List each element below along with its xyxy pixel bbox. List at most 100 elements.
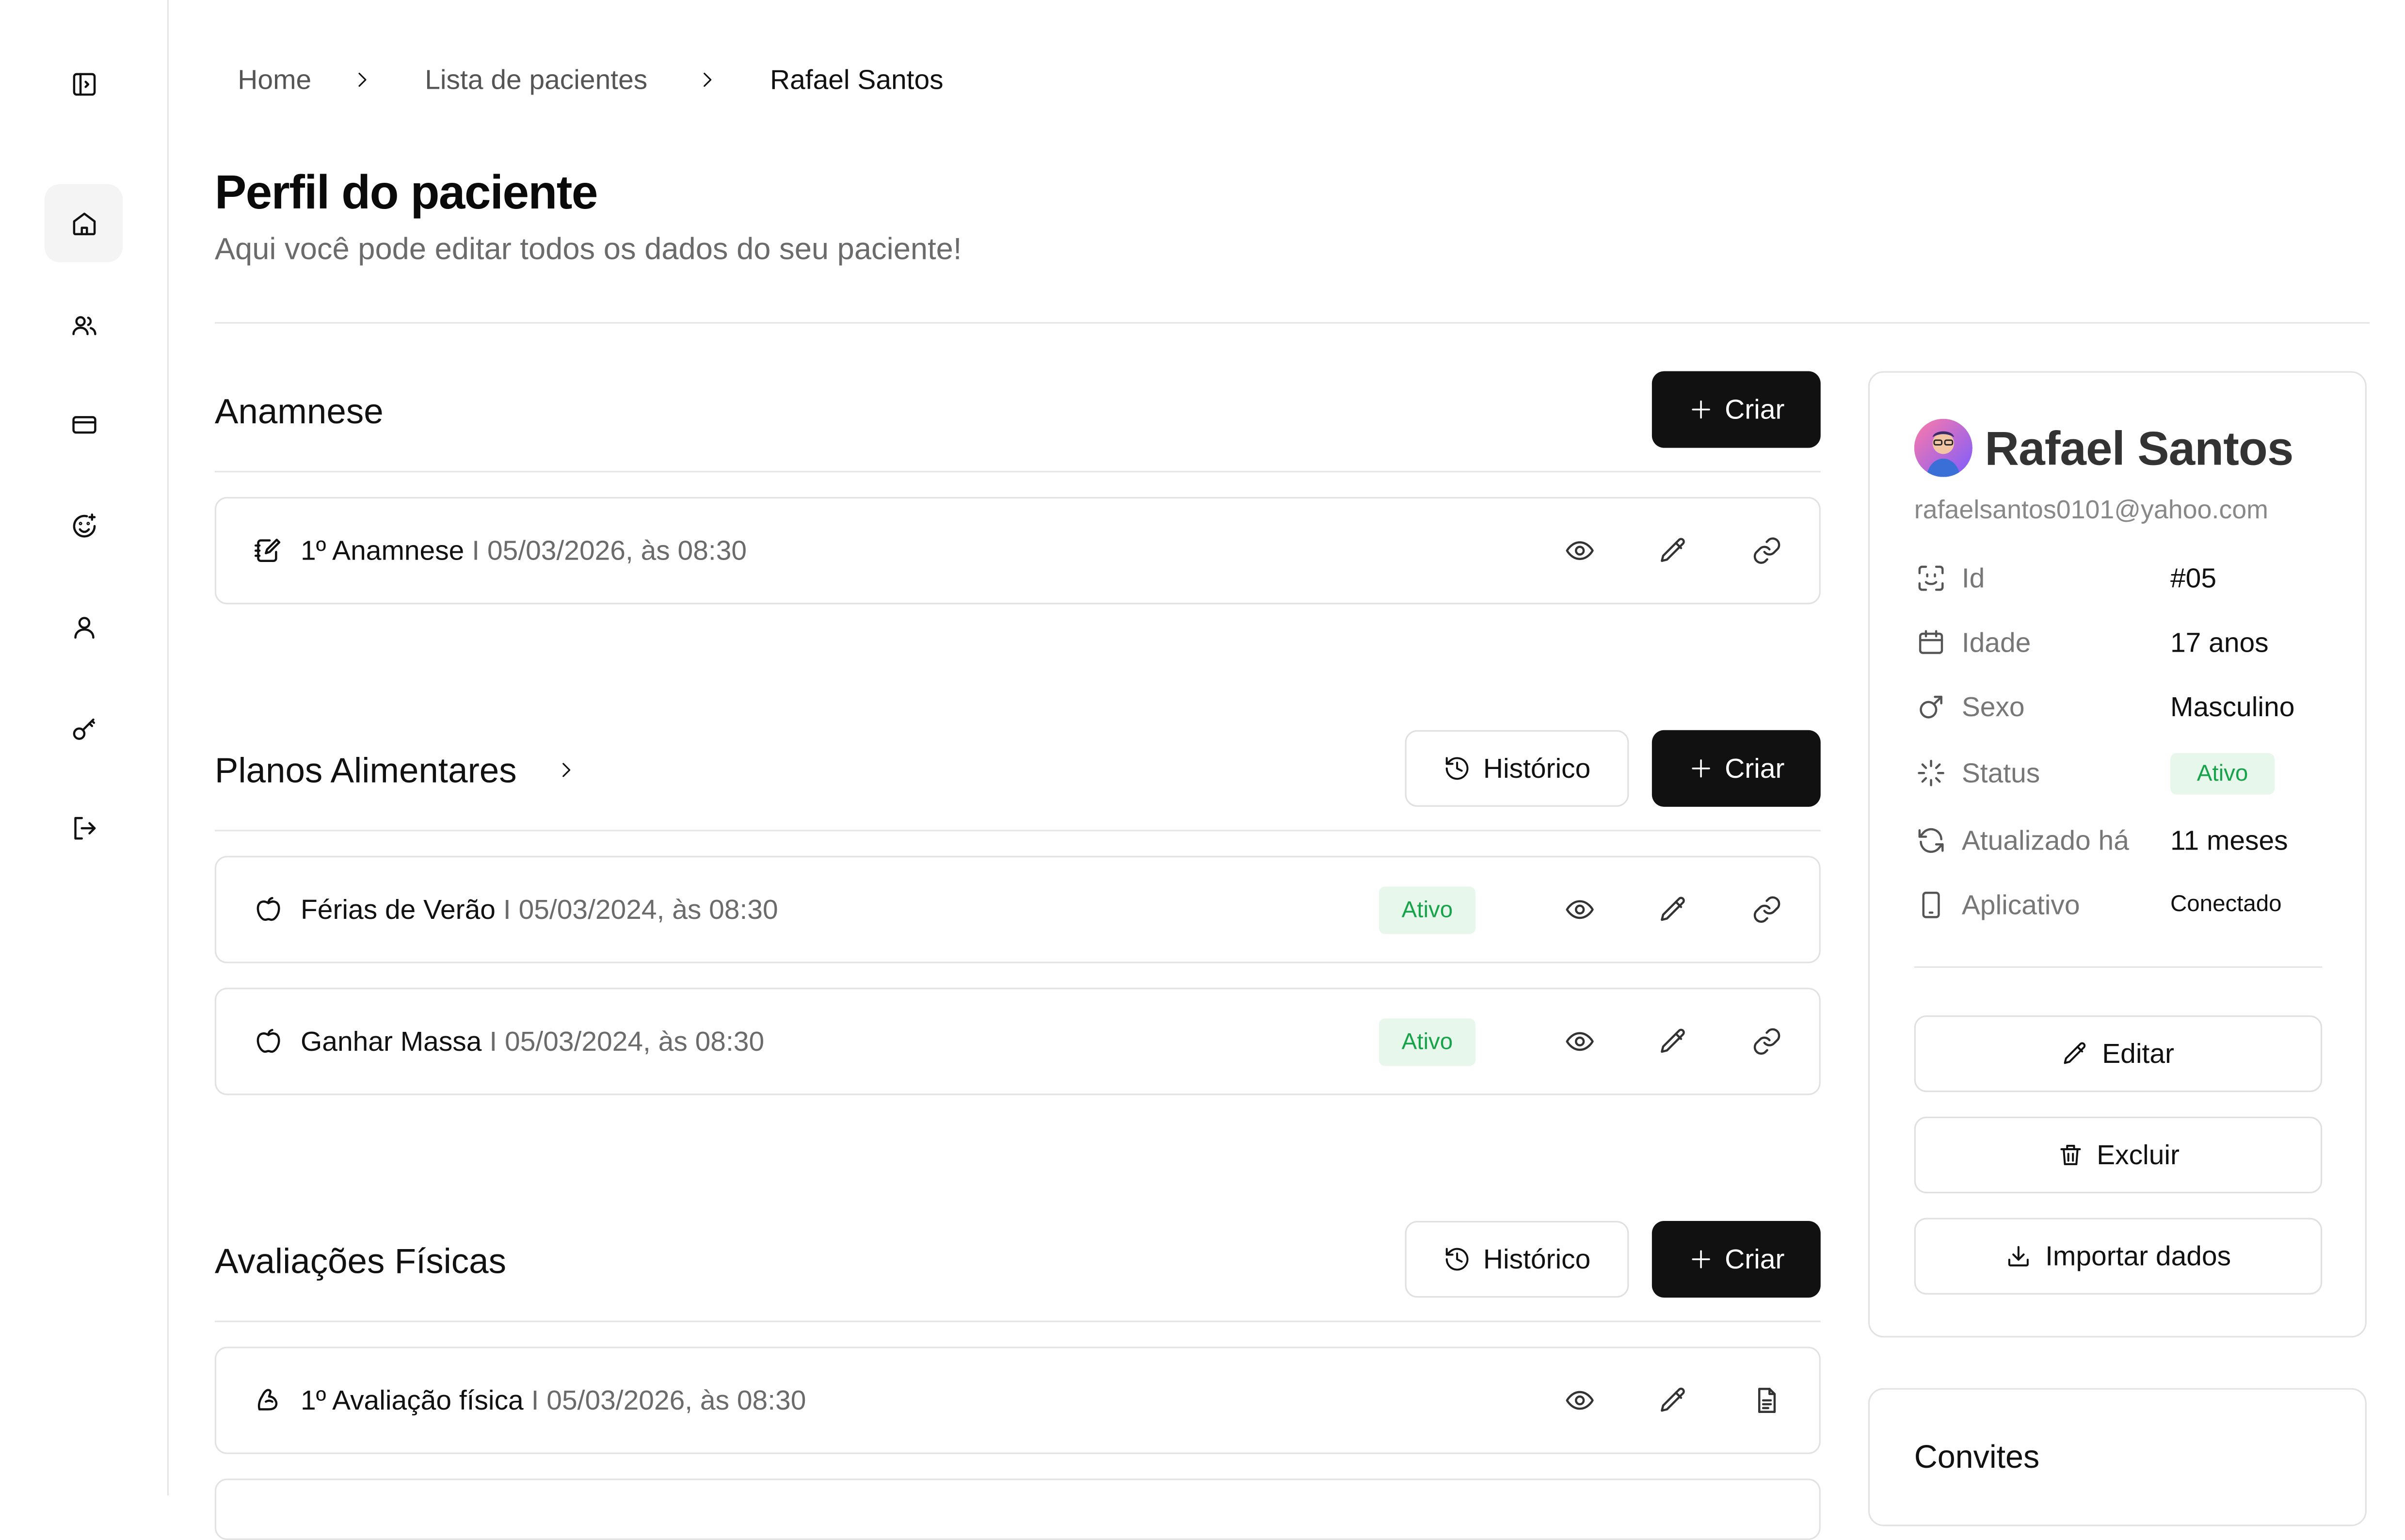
edit-button[interactable]: Editar xyxy=(1914,1015,2323,1092)
plus-icon xyxy=(1691,1250,1710,1268)
field-label-sex: Sexo xyxy=(1961,691,2025,722)
sidebar-item-billing[interactable] xyxy=(45,385,123,463)
refresh-icon xyxy=(1916,825,1946,856)
key-icon xyxy=(72,718,95,739)
trash-icon xyxy=(2060,1144,2081,1165)
link-icon[interactable] xyxy=(1751,1026,1782,1057)
field-label-id: Id xyxy=(1961,562,1985,594)
avaliacoes-history-button[interactable]: Histórico xyxy=(1405,1220,1629,1298)
pencil-icon xyxy=(2065,1042,2086,1064)
male-icon xyxy=(1916,692,1946,722)
eye-icon[interactable] xyxy=(1565,1026,1595,1057)
user-icon xyxy=(73,616,94,638)
link-icon[interactable] xyxy=(1751,894,1782,925)
section-title-avaliacoes: Avaliações Físicas xyxy=(214,1241,507,1281)
field-label-app: Aplicativo xyxy=(1961,889,2080,920)
card-icon xyxy=(71,415,96,433)
sidebar xyxy=(0,0,169,1496)
divider xyxy=(214,322,2370,324)
delete-button[interactable]: Excluir xyxy=(1914,1116,2323,1194)
anamnese-create-button[interactable]: Criar xyxy=(1651,371,1821,448)
divider xyxy=(214,830,1821,832)
apple-icon xyxy=(253,894,284,925)
sidebar-toggle-icon[interactable] xyxy=(45,45,123,123)
planos-create-button[interactable]: Criar xyxy=(1651,730,1821,807)
divider xyxy=(1914,966,2323,968)
file-text-icon[interactable] xyxy=(1751,1385,1782,1415)
home-icon xyxy=(72,211,95,235)
sidebar-item-keys[interactable] xyxy=(45,689,123,767)
field-value-sex: Masculino xyxy=(2170,691,2295,722)
status-badge: Ativo xyxy=(2170,753,2275,795)
plus-icon xyxy=(1691,759,1710,778)
avaliacoes-create-button[interactable]: Criar xyxy=(1651,1220,1821,1298)
sidebar-item-home[interactable] xyxy=(44,184,123,262)
sidebar-item-feedback[interactable] xyxy=(45,486,123,564)
field-value-app: Conectado xyxy=(2170,891,2282,917)
invites-card: Convites xyxy=(1868,1388,2367,1526)
notebook-pen-icon xyxy=(253,535,284,566)
pencil-icon[interactable] xyxy=(1658,535,1688,566)
apple-icon xyxy=(253,1026,284,1057)
loader-icon xyxy=(1916,758,1946,788)
field-value-id: #05 xyxy=(2170,562,2217,594)
phone-icon xyxy=(1916,890,1946,920)
divider xyxy=(214,471,1821,473)
section-title-planos[interactable]: Planos Alimentares xyxy=(215,750,517,791)
link-icon[interactable] xyxy=(1751,535,1782,566)
smile-plus-icon xyxy=(72,513,95,537)
eye-icon[interactable] xyxy=(1565,535,1595,566)
item-title: 1º Anamnese xyxy=(301,535,465,566)
id-scan-icon xyxy=(1916,563,1946,594)
list-item[interactable] xyxy=(214,1478,1821,1540)
sidebar-item-logout[interactable] xyxy=(45,788,123,866)
field-label-status: Status xyxy=(1961,757,2040,788)
pencil-icon[interactable] xyxy=(1658,1385,1688,1415)
logout-icon xyxy=(73,816,95,839)
breadcrumb-home[interactable]: Home xyxy=(238,64,311,96)
import-data-button[interactable]: Importar dados xyxy=(1914,1218,2323,1295)
avatar xyxy=(1914,418,1972,477)
page-title: Perfil do paciente xyxy=(214,165,598,220)
patient-profile-card: Rafael Santos rafaelsantos0101@yahoo.com… xyxy=(1868,371,2367,1338)
breadcrumb-patient-list[interactable]: Lista de pacientes xyxy=(425,64,647,96)
pencil-icon[interactable] xyxy=(1658,894,1688,925)
plus-icon xyxy=(1691,400,1710,419)
list-item[interactable]: Férias de Verão I 05/03/2024, às 08:30 A… xyxy=(214,856,1821,963)
status-badge: Ativo xyxy=(1379,886,1476,934)
chevron-right-icon[interactable] xyxy=(555,759,577,781)
download-icon xyxy=(2009,1246,2030,1267)
item-title: Férias de Verão xyxy=(301,894,496,925)
section-title-anamnese: Anamnese xyxy=(214,391,384,431)
chevron-right-icon xyxy=(704,73,712,87)
users-icon xyxy=(71,315,96,335)
item-title: 1º Avaliação física xyxy=(301,1385,524,1416)
divider xyxy=(214,1320,1821,1322)
list-item[interactable]: 1º Anamnese I 05/03/2026, às 08:30 xyxy=(214,497,1821,605)
item-date: 05/03/2024, às 08:30 xyxy=(518,894,778,925)
field-label-updated: Atualizado há xyxy=(1961,825,2129,856)
history-icon xyxy=(1445,1248,1469,1271)
patient-email: rafaelsantos0101@yahoo.com xyxy=(1914,495,2269,525)
biceps-icon xyxy=(253,1385,284,1415)
calendar-icon xyxy=(1916,627,1946,658)
eye-icon[interactable] xyxy=(1565,1385,1595,1415)
eye-icon[interactable] xyxy=(1565,894,1595,925)
patient-name: Rafael Santos xyxy=(1985,421,2293,476)
sidebar-item-profile[interactable] xyxy=(45,588,123,666)
field-label-age: Idade xyxy=(1961,627,2031,658)
item-title: Ganhar Massa xyxy=(301,1026,482,1057)
pencil-icon[interactable] xyxy=(1658,1026,1688,1057)
breadcrumb-current: Rafael Santos xyxy=(770,64,944,96)
sidebar-item-patients[interactable] xyxy=(45,285,123,363)
item-date: 05/03/2026, às 08:30 xyxy=(546,1385,806,1416)
item-date: 05/03/2024, às 08:30 xyxy=(505,1026,765,1057)
history-icon xyxy=(1445,757,1469,780)
chevron-right-icon xyxy=(358,73,367,87)
list-item[interactable]: 1º Avaliação física I 05/03/2026, às 08:… xyxy=(214,1347,1821,1454)
item-date: 05/03/2026, às 08:30 xyxy=(487,535,747,566)
planos-history-button[interactable]: Histórico xyxy=(1405,730,1629,807)
list-item[interactable]: Ganhar Massa I 05/03/2024, às 08:30 Ativ… xyxy=(214,988,1821,1095)
field-value-age: 17 anos xyxy=(2170,627,2269,658)
invites-title: Convites xyxy=(1914,1440,2040,1476)
